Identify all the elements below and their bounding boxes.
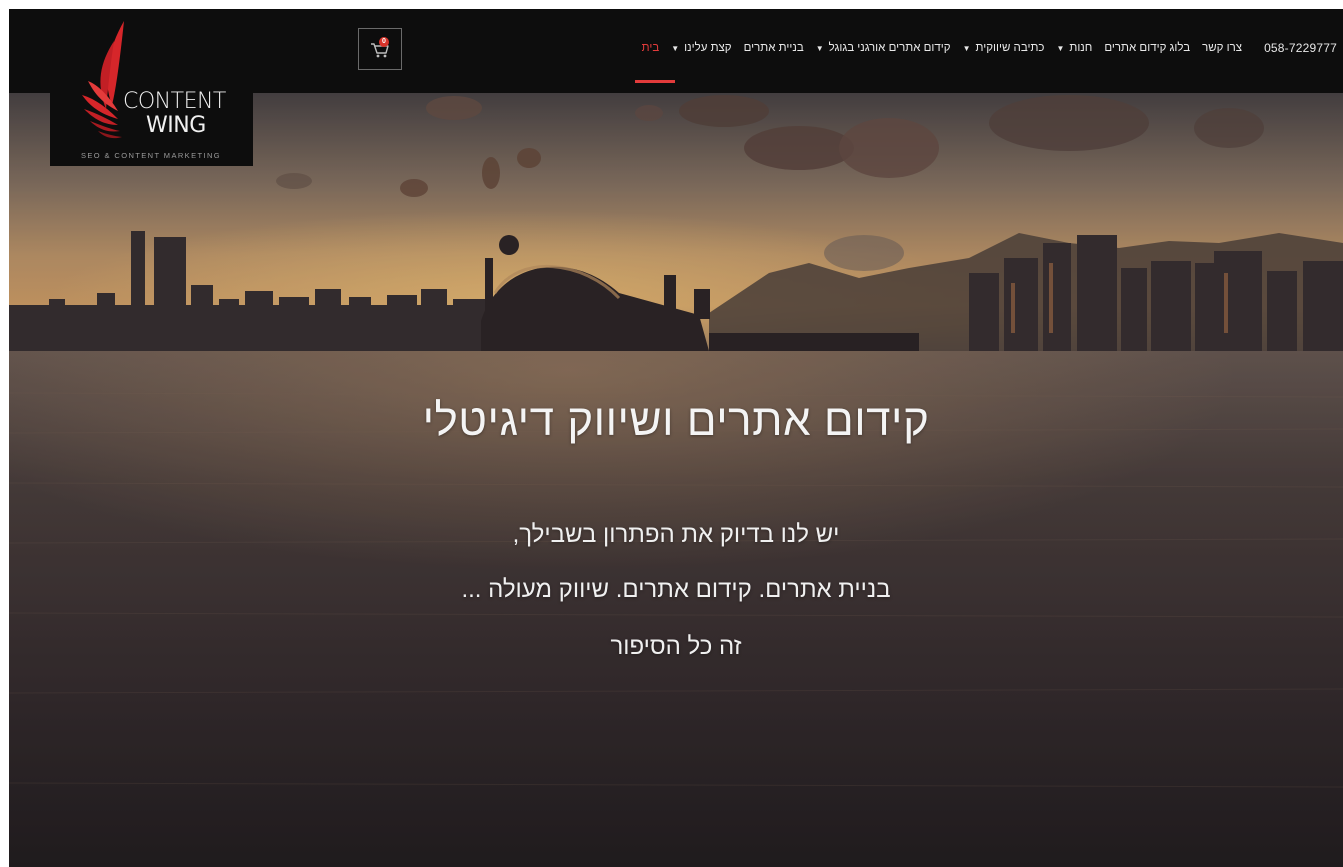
hero-subtitle-line2: בניית אתרים. קידום אתרים. שיווק מעולה ..… [461,576,891,603]
nav-item-home-label: בית [641,42,660,54]
hero-title: קידום אתרים ושיווק דיגיטלי [422,396,930,445]
nav-item-seo-label: קידום אתרים אורגני בגוגל [828,42,951,54]
nav-item-web-building[interactable]: בניית אתרים [738,38,810,58]
logo-tagline: SEO & CONTENT MARKETING [81,151,221,160]
hero-subtitle-line1: יש לנו בדיוק את הפתרון בשבילך, [512,521,840,548]
cart-button[interactable]: 0 [358,28,402,70]
nav-item-web-building-label: בניית אתרים [743,42,804,54]
page-frame: בית קצת עלינו ▼ בניית אתרים קידום אתרים א… [9,9,1343,867]
nav-item-about-label: קצת עלינו [684,42,732,54]
nav-item-contact[interactable]: צרו קשר [1196,38,1248,58]
chevron-down-icon: ▼ [815,43,824,53]
nav-item-contact-label: צרו קשר [1202,42,1243,54]
nav-item-shop-label: חנות [1069,42,1093,54]
hero-background-image [9,93,1343,867]
chevron-down-icon: ▼ [1056,43,1065,53]
site-logo[interactable]: CONTENT WING SEO & CONTENT MARKETING [50,9,253,166]
logo-text-line2: WING [146,113,206,138]
nav-item-copywriting-label: כתיבה שיווקית [975,42,1045,54]
nav-item-seo[interactable]: קידום אתרים אורגני בגוגל ▼ [810,38,957,58]
cart-count-badge: 0 [379,37,389,47]
nav-item-blog-label: בלוג קידום אתרים [1104,42,1191,54]
main-nav: בית קצת עלינו ▼ בניית אתרים קידום אתרים א… [634,38,1343,83]
phone-number-text: 058-7229777 [1264,41,1337,55]
chevron-down-icon: ▼ [962,43,971,53]
nav-item-blog[interactable]: בלוג קידום אתרים [1098,38,1196,58]
chevron-down-icon: ▼ [671,43,680,53]
nav-item-about[interactable]: קצת עלינו ▼ [665,38,737,58]
wing-icon [82,21,124,139]
hero-subtitle-line3: זה כל הסיפור [610,633,742,660]
nav-item-shop[interactable]: חנות ▼ [1050,38,1098,58]
phone-number[interactable]: 058-7229777 [1258,38,1343,58]
hero-banner: קידום אתרים ושיווק דיגיטלי יש לנו בדיוק … [9,93,1343,867]
logo-text-line1: CONTENT [123,89,226,114]
nav-item-copywriting[interactable]: כתיבה שיווקית ▼ [957,38,1051,58]
nav-item-home[interactable]: בית [634,38,675,83]
